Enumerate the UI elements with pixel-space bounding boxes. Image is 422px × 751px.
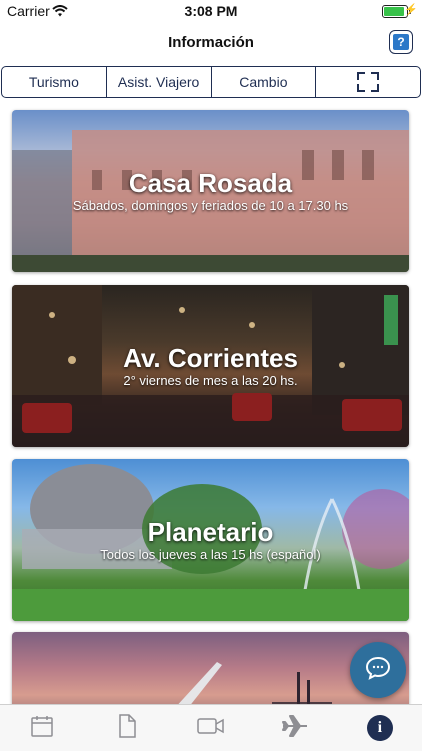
card-subtitle: Todos los jueves a las 15 hs (español)	[100, 547, 321, 562]
status-bar: Carrier 3:08 PM ⚡	[0, 0, 422, 22]
card-title: Casa Rosada	[128, 168, 293, 198]
tab-turismo[interactable]: Turismo	[2, 67, 107, 97]
chat-button[interactable]	[350, 642, 406, 698]
tour-card-planetario[interactable]: Planetario Todos los jueves a las 15 hs …	[12, 459, 409, 621]
calendar-icon	[30, 714, 54, 743]
card-subtitle: Sábados, domingos y feriados de 10 a 17.…	[72, 198, 349, 213]
tab-cambio[interactable]: Cambio	[212, 67, 317, 97]
bottom-tab-bar: i	[0, 704, 422, 751]
charging-icon: ⚡	[404, 4, 418, 16]
page-title: Información	[168, 34, 254, 51]
help-icon: ?	[393, 34, 409, 50]
card-title: Planetario	[147, 517, 274, 547]
airplane-icon	[281, 714, 309, 743]
chat-bubble-icon	[365, 656, 391, 685]
tab-info[interactable]: i	[338, 705, 422, 751]
category-segmented-control: Turismo Asist. Viajero Cambio	[1, 66, 421, 98]
tab-calendar[interactable]	[0, 705, 84, 751]
video-icon	[197, 717, 225, 740]
scan-icon	[357, 72, 380, 92]
tab-scan[interactable]	[316, 67, 420, 97]
card-title: Av. Corrientes	[123, 343, 298, 373]
document-icon	[117, 713, 137, 743]
help-button[interactable]: ?	[389, 30, 413, 54]
clock-time: 3:08 PM	[184, 3, 238, 19]
tour-card-casa-rosada[interactable]: Casa Rosada Sábados, domingos y feriados…	[12, 110, 409, 272]
navigation-bar: Información ?	[0, 22, 422, 64]
tab-video[interactable]	[169, 705, 253, 751]
tab-document[interactable]	[84, 705, 168, 751]
tab-flights[interactable]	[253, 705, 337, 751]
tour-card-av-corrientes[interactable]: Av. Corrientes 2° viernes de mes a las 2…	[12, 285, 409, 447]
info-icon: i	[366, 715, 393, 741]
card-subtitle: 2° viernes de mes a las 20 hs.	[123, 373, 298, 388]
tab-asist-viajero[interactable]: Asist. Viajero	[107, 67, 212, 97]
